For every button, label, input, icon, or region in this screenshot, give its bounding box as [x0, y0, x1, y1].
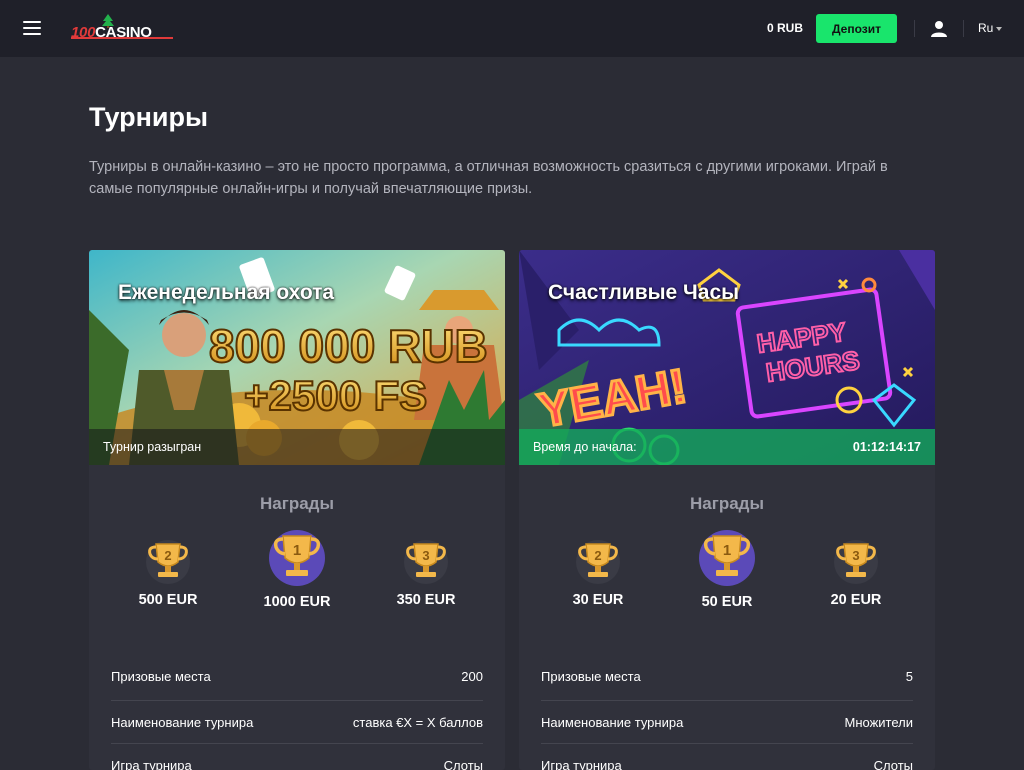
tournament-title: Счастливые Часы: [548, 281, 739, 305]
detail-row: Призовые места 200: [111, 669, 483, 701]
detail-label: Наименование турнира: [541, 715, 683, 730]
detail-row: Игра турнира Слоты: [111, 744, 483, 770]
svg-text:1: 1: [723, 542, 731, 559]
trophy-silver-icon: 2: [142, 534, 194, 586]
divider: [963, 20, 964, 37]
prize-amount: 20 EUR: [791, 592, 921, 608]
detail-value: 200: [461, 669, 483, 684]
tournament-title: Еженедельная охота: [118, 281, 334, 305]
detail-value: Множители: [844, 715, 913, 730]
detail-label: Игра турнира: [541, 758, 622, 770]
svg-text:3: 3: [422, 548, 429, 563]
status-bar: Турнир разыгран: [89, 429, 505, 465]
prize-second: 2 500 EUR: [103, 534, 233, 608]
svg-text:2: 2: [164, 548, 171, 563]
detail-value: Слоты: [874, 758, 913, 770]
prize-second: 2 30 EUR: [533, 534, 663, 608]
tournament-banner[interactable]: 800 000 RUB +2500 FS Еженедельная охота …: [89, 250, 505, 465]
deposit-button[interactable]: Депозит: [816, 14, 897, 43]
rewards-title: Награды: [89, 494, 505, 514]
logo-underline: [71, 37, 173, 39]
detail-value: 5: [906, 669, 913, 684]
tournament-details: Призовые места 5 Наименование турнира Множ…: [541, 669, 913, 770]
language-select[interactable]: Ru: [978, 21, 1002, 35]
page-intro: Турниры в онлайн-казино – это не просто …: [89, 156, 929, 200]
balance: 0 RUB: [767, 21, 803, 35]
prize-third: 3 350 EUR: [361, 534, 491, 608]
status-bar: Время до начала: 01:12:14:17: [519, 429, 935, 465]
svg-text:2: 2: [594, 548, 601, 563]
prize-amount: 50 EUR: [662, 594, 792, 610]
countdown-timer: 01:12:14:17: [853, 440, 921, 454]
language-label: Ru: [978, 21, 993, 35]
tournament-card-weekly-hunt[interactable]: 800 000 RUB +2500 FS Еженедельная охота …: [89, 250, 505, 770]
detail-label: Призовые места: [541, 669, 641, 684]
prize-amount: 1000 EUR: [232, 594, 362, 610]
prize-first: 1 1000 EUR: [232, 534, 362, 610]
detail-label: Призовые места: [111, 669, 211, 684]
trophy-silver-icon: 2: [572, 534, 624, 586]
prize-amount: 30 EUR: [533, 592, 663, 608]
prize-first: 1 50 EUR: [662, 534, 792, 610]
banner-prize-line-2: +2500 FS: [244, 372, 427, 419]
prize-amount: 350 EUR: [361, 592, 491, 608]
tournament-banner[interactable]: HAPPY HOURS YEAH! Счастливые Часы Время …: [519, 250, 935, 465]
chevron-down-icon: [996, 27, 1002, 31]
detail-value: ставка €X = X баллов: [353, 715, 483, 730]
detail-row: Наименование турнира Множители: [541, 701, 913, 744]
banner-prize-line-1: 800 000 RUB: [209, 320, 488, 372]
svg-text:3: 3: [852, 548, 859, 563]
logo[interactable]: 100CASINO: [71, 15, 152, 41]
tree-icon: [102, 14, 114, 28]
prize-third: 3 20 EUR: [791, 534, 921, 608]
status-text: Время до начала:: [533, 440, 637, 454]
trophy-bronze-icon: 3: [830, 534, 882, 586]
user-icon[interactable]: [930, 20, 948, 37]
prize-amount: 500 EUR: [103, 592, 233, 608]
rewards-title: Награды: [519, 494, 935, 514]
tournament-details: Призовые места 200 Наименование турнира ст…: [111, 669, 483, 770]
trophy-bronze-icon: 3: [400, 534, 452, 586]
divider: [914, 20, 915, 37]
tournament-card-happy-hours[interactable]: HAPPY HOURS YEAH! Счастливые Часы Время …: [519, 250, 935, 770]
detail-row: Наименование турнира ставка €X = X баллов: [111, 701, 483, 744]
status-text: Турнир разыгран: [103, 440, 201, 454]
trophy-gold-icon: 1: [267, 528, 327, 588]
svg-text:1: 1: [293, 542, 301, 559]
detail-row: Призовые места 5: [541, 669, 913, 701]
trophy-gold-icon: 1: [697, 528, 757, 588]
detail-label: Игра турнира: [111, 758, 192, 770]
top-bar: 100CASINO 0 RUB Депозит Ru: [0, 0, 1024, 57]
detail-value: Слоты: [444, 758, 483, 770]
page-title: Турниры: [89, 102, 208, 133]
detail-label: Наименование турнира: [111, 715, 253, 730]
menu-icon[interactable]: [23, 21, 41, 35]
detail-row: Игра турнира Слоты: [541, 744, 913, 770]
